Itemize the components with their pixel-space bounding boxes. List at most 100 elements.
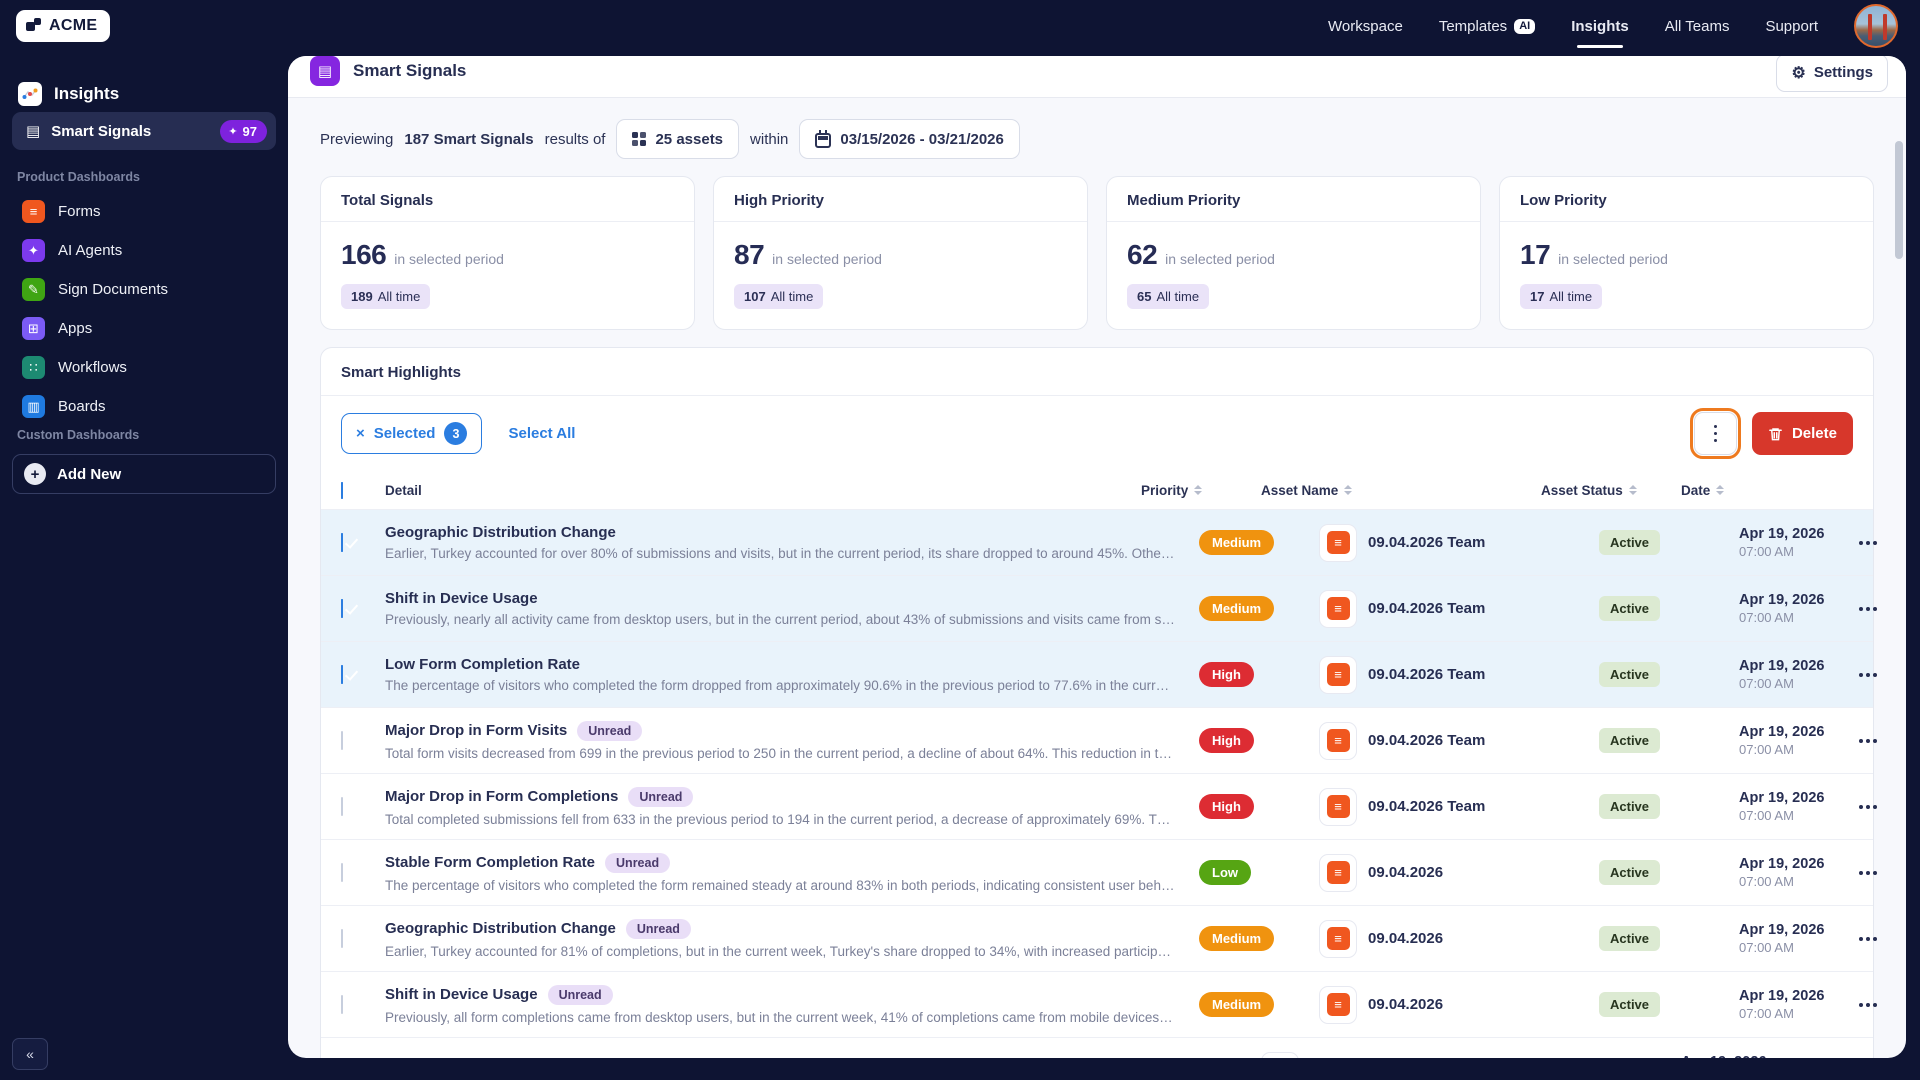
- sidebar-item-ai-agents[interactable]: ✦ AI Agents: [12, 231, 276, 270]
- sidebar-item-workflows[interactable]: ∷ Workflows: [12, 348, 276, 387]
- row-description: The percentage of visitors who completed…: [385, 678, 1175, 693]
- nav-item-support[interactable]: Support: [1765, 18, 1818, 35]
- row-title: Major Drop in Form Visits: [385, 722, 568, 739]
- clear-selection-button[interactable]: × Selected 3: [341, 413, 483, 454]
- status-badge: Active: [1599, 926, 1661, 951]
- forms-icon: ≡: [22, 200, 45, 223]
- row-time: 07:00 AM: [1739, 940, 1794, 955]
- row-checkbox[interactable]: [341, 730, 343, 750]
- date-cell: Apr 19, 2026 07:00 AM: [1739, 592, 1859, 625]
- row-time: 07:00 AM: [1739, 874, 1794, 889]
- sidebar-item-forms[interactable]: ≡ Forms: [12, 192, 276, 231]
- table-row[interactable]: Low Form Completion Rate The percentage o…: [321, 641, 1877, 707]
- column-header-asset-status[interactable]: Asset Status: [1541, 483, 1681, 498]
- nav-item-all-teams[interactable]: All Teams: [1665, 18, 1730, 35]
- row-menu-button[interactable]: [1859, 535, 1906, 551]
- row-menu-button[interactable]: [1859, 799, 1906, 815]
- row-description: Previously, all form completions came fr…: [385, 1009, 1175, 1025]
- detail-cell: Shift in Device Usage Unread Previously, a…: [385, 974, 1199, 1036]
- checkbox-cell: [341, 796, 385, 816]
- row-menu-button[interactable]: [1859, 865, 1906, 881]
- form-asset-icon: ≡: [1326, 861, 1350, 884]
- row-checkbox[interactable]: [341, 664, 343, 684]
- sort-icon[interactable]: [1344, 485, 1352, 495]
- scrollbar-thumb[interactable]: [1895, 141, 1903, 259]
- table-row[interactable]: Major Drop in Form Completions Unread Tota…: [321, 773, 1877, 839]
- more-options-button[interactable]: [1689, 408, 1741, 459]
- column-label: Asset Name: [1261, 482, 1339, 498]
- checkbox-cell: [341, 664, 385, 684]
- checkbox-cell: [341, 730, 385, 750]
- priority-badge: High: [1199, 794, 1254, 819]
- row-menu-button[interactable]: [1859, 931, 1906, 947]
- sort-icon[interactable]: [1629, 485, 1637, 495]
- sidebar-collapse-button[interactable]: «: [12, 1038, 48, 1070]
- row-description: The percentage of visitors who completed…: [385, 877, 1175, 893]
- checkbox-cell: [341, 532, 385, 552]
- delete-label: Delete: [1791, 425, 1837, 442]
- assets-selector[interactable]: 25 assets: [616, 119, 740, 159]
- row-menu-button[interactable]: [1859, 601, 1906, 617]
- sort-icon[interactable]: [1194, 485, 1202, 495]
- table-row[interactable]: Significant Drop in Form Visits and Comp…: [321, 1037, 1873, 1058]
- nav-item-workspace[interactable]: Workspace: [1328, 18, 1403, 35]
- row-description: Earlier, Turkey accounted for 81% of com…: [385, 943, 1175, 959]
- row-date: Apr 19, 2026: [1739, 922, 1825, 938]
- form-asset-icon: ≡: [1326, 795, 1350, 818]
- table-row[interactable]: Geographic Distribution Change Earlier, T…: [321, 509, 1877, 575]
- table-row[interactable]: Geographic Distribution Change Unread Earl…: [321, 905, 1877, 971]
- table-row[interactable]: Major Drop in Form Visits Unread Total for…: [321, 707, 1877, 773]
- acme-logo[interactable]: ACME: [16, 10, 111, 42]
- row-checkbox[interactable]: [341, 796, 343, 816]
- row-menu-button[interactable]: [1859, 667, 1906, 683]
- calendar-icon: [815, 129, 832, 148]
- column-header-asset-name[interactable]: Asset Name: [1261, 483, 1541, 498]
- row-checkbox[interactable]: [341, 862, 343, 882]
- row-menu-button[interactable]: [1859, 733, 1906, 749]
- sort-icon[interactable]: [1716, 485, 1724, 495]
- stat-value-line: 17 in selected period: [1520, 239, 1853, 271]
- chevron-double-left-icon: «: [26, 1046, 34, 1062]
- stat-value: 62: [1127, 239, 1158, 270]
- all-time-label: All time: [377, 289, 421, 304]
- asset-name: 09.04.2026: [1368, 864, 1444, 881]
- asset-icon-frame: ≡: [1319, 721, 1357, 760]
- stat-card-low-priority: Low Priority 17 in selected period 17 All ti…: [1499, 176, 1874, 330]
- all-time-value: 65: [1137, 289, 1152, 304]
- sidebar-item-boards[interactable]: ▥ Boards: [12, 387, 276, 426]
- row-checkbox[interactable]: [341, 598, 343, 618]
- select-all-checkbox[interactable]: [341, 481, 343, 499]
- date-range-selector[interactable]: 03/15/2026 - 03/21/2026: [799, 119, 1020, 159]
- row-checkbox[interactable]: [341, 994, 343, 1014]
- status-cell: Active: [1599, 596, 1739, 621]
- sidebar-item-smart-signals[interactable]: ▤ Smart Signals ✦ 97: [12, 112, 276, 150]
- row-title: Shift in Device Usage: [385, 590, 538, 607]
- row-checkbox[interactable]: [341, 928, 343, 948]
- table-row[interactable]: Shift in Device Usage Previously, nearly …: [321, 575, 1877, 641]
- nav-item-insights[interactable]: Insights: [1571, 18, 1629, 35]
- nav-item-templates[interactable]: Templates AI: [1438, 17, 1536, 35]
- settings-button[interactable]: ⚙ Settings: [1776, 56, 1888, 92]
- sidebar-item-sign-documents[interactable]: ✎ Sign Documents: [12, 270, 276, 309]
- nav-item-label: Templates: [1438, 17, 1508, 35]
- gear-icon: ⚙: [1791, 64, 1806, 82]
- row-checkbox[interactable]: [341, 532, 343, 552]
- form-asset-icon: ≡: [1326, 663, 1350, 686]
- asset-icon-frame: ≡: [1319, 985, 1357, 1024]
- user-avatar[interactable]: [1854, 4, 1898, 48]
- column-header-priority[interactable]: Priority: [1141, 483, 1261, 498]
- close-icon: ×: [356, 425, 365, 442]
- table-row[interactable]: Stable Form Completion Rate Unread The per…: [321, 839, 1877, 905]
- delete-button[interactable]: Delete: [1751, 412, 1853, 455]
- sidebar-item-apps[interactable]: ⊞ Apps: [12, 309, 276, 348]
- all-time-badge: 17 All time: [1520, 284, 1603, 309]
- all-time-badge: 189 All time: [341, 284, 431, 309]
- sidebar: ACME Insights ▤ Smart Signals ✦ 97 Produ…: [0, 0, 288, 1080]
- form-asset-icon: ≡: [1326, 729, 1350, 752]
- add-new-button[interactable]: + Add New: [12, 454, 276, 494]
- table-row[interactable]: Shift in Device Usage Unread Previously, a…: [321, 971, 1877, 1037]
- smart-signals-page-icon: ▤: [310, 56, 340, 86]
- select-all-link[interactable]: Select All: [508, 425, 575, 442]
- row-menu-button[interactable]: [1859, 997, 1906, 1013]
- column-header-date[interactable]: Date: [1681, 483, 1801, 498]
